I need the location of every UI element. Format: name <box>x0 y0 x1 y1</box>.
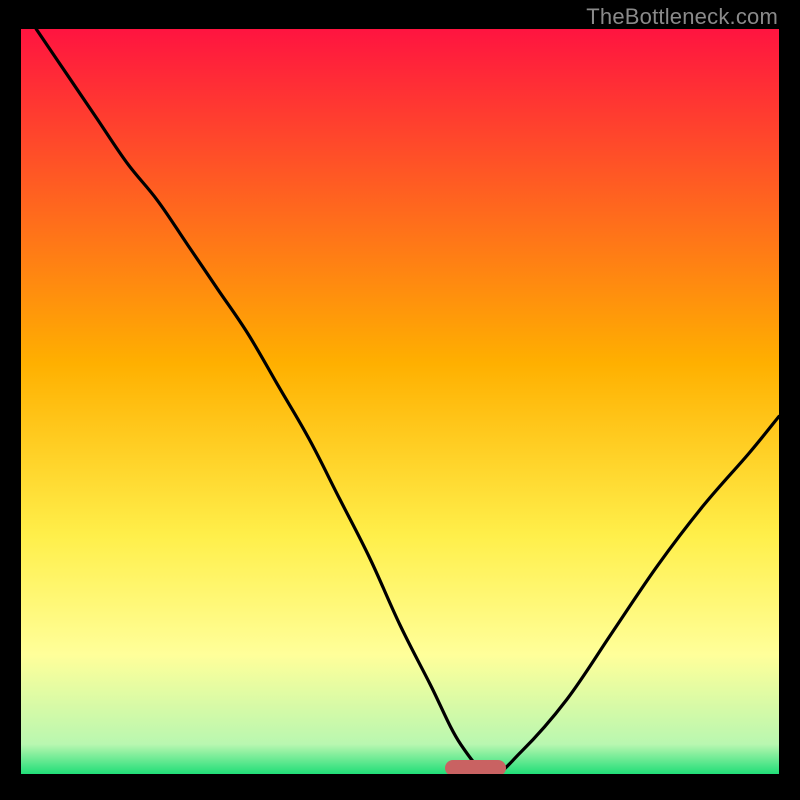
bottleneck-curve <box>21 29 779 774</box>
optimal-range-marker <box>445 760 506 774</box>
plot-area <box>21 29 779 774</box>
chart-frame: TheBottleneck.com <box>0 0 800 800</box>
watermark-text: TheBottleneck.com <box>586 4 778 30</box>
